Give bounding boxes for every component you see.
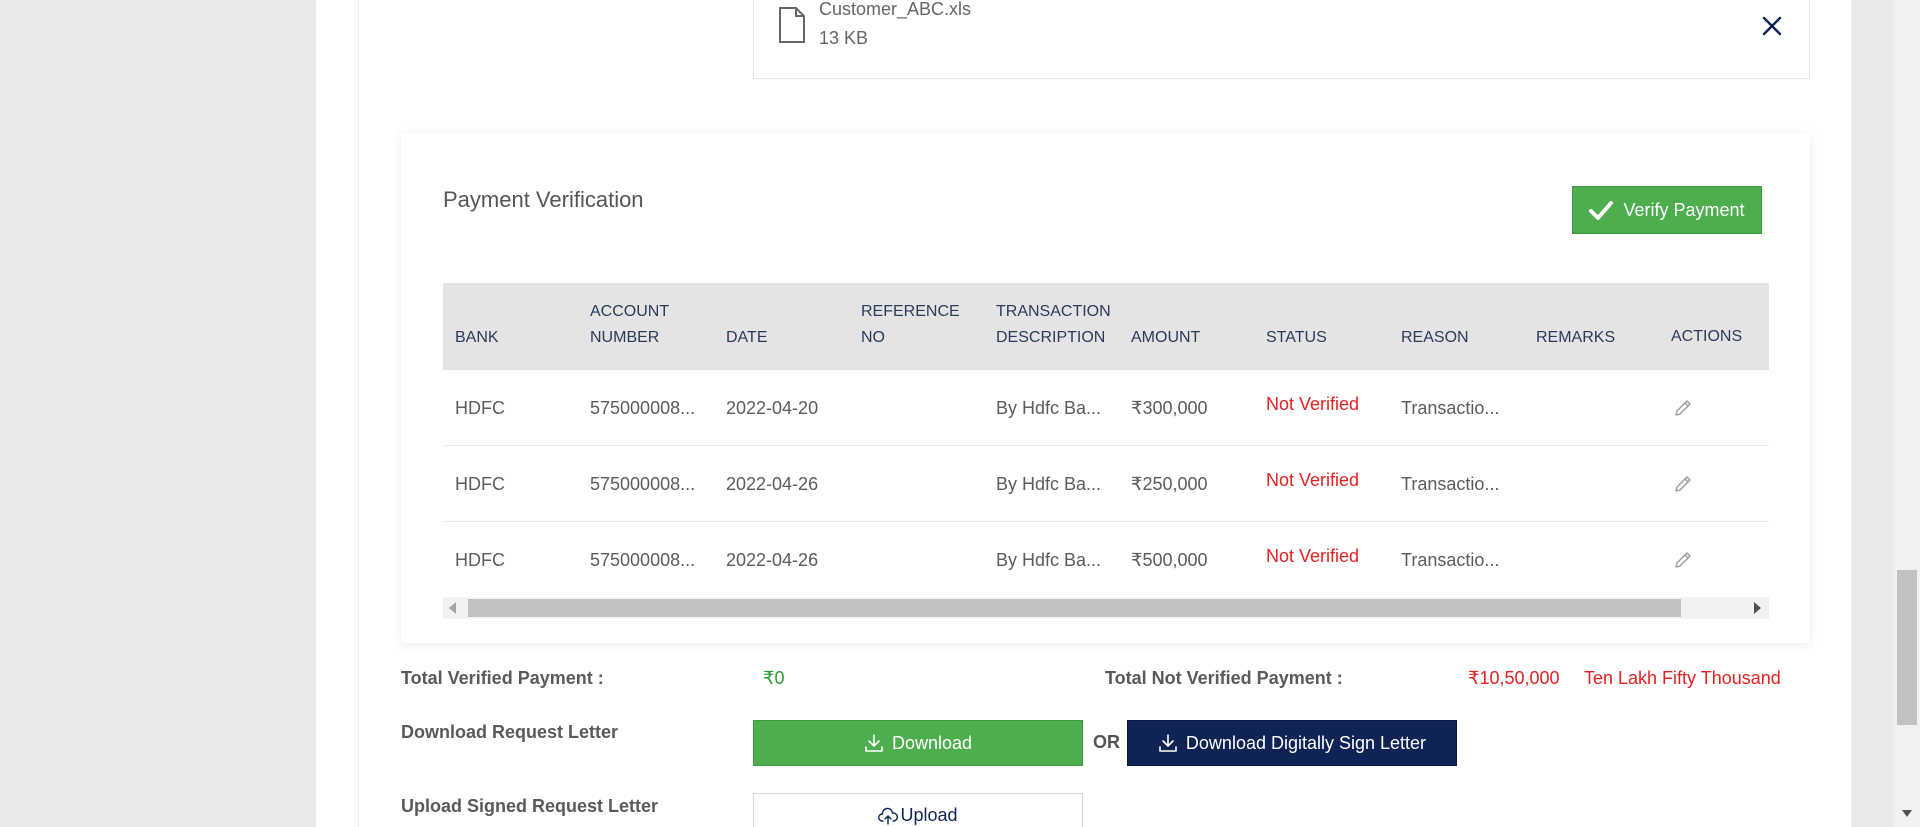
cell-reason: Transactio... — [1401, 398, 1500, 418]
close-icon[interactable] — [1761, 15, 1783, 37]
payment-verification-card: Payment Verification Verify Payment BANK… — [401, 133, 1810, 643]
cell-bank: HDFC — [455, 474, 505, 494]
download-request-letter-label: Download Request Letter — [401, 722, 619, 742]
upload-button[interactable]: Upload — [753, 793, 1083, 827]
cell-date: 2022-04-20 — [726, 398, 819, 418]
col-transaction-line2: DESCRIPTION — [996, 329, 1106, 346]
pencil-icon[interactable] — [1673, 550, 1693, 570]
col-account-number[interactable]: ACCOUNT NUMBER — [590, 299, 669, 351]
scrollbar-thumb[interactable] — [468, 599, 1681, 617]
total-not-verified-value: ₹10,50,000 — [1468, 668, 1560, 688]
col-actions: ACTIONS — [1671, 328, 1743, 345]
section-title: Payment Verification — [443, 187, 644, 212]
col-reference-line1: REFERENCE — [861, 303, 960, 320]
verify-payment-button[interactable]: Verify Payment — [1572, 186, 1762, 234]
scrollbar-thumb[interactable] — [1897, 570, 1917, 725]
col-account-number-line2: NUMBER — [590, 329, 660, 346]
cell-account: 575000008... — [590, 474, 696, 494]
download-icon — [865, 734, 883, 752]
cell-date: 2022-04-26 — [726, 550, 819, 570]
payment-table: BANK ACCOUNT NUMBER DATE REFERENCE NO TR… — [443, 283, 1769, 621]
cloud-upload-icon — [878, 807, 899, 825]
cell-description: By Hdfc Ba... — [996, 474, 1102, 494]
scroll-left-icon[interactable] — [449, 602, 456, 614]
upload-button-label: Upload — [900, 805, 958, 825]
file-icon — [779, 7, 805, 43]
table-header: BANK ACCOUNT NUMBER DATE REFERENCE NO TR… — [443, 283, 1769, 370]
col-transaction-description[interactable]: TRANSACTION DESCRIPTION — [996, 299, 1111, 351]
status-badge: Not Verified — [1266, 394, 1360, 414]
scroll-down-icon[interactable] — [1902, 810, 1912, 817]
col-transaction-line1: TRANSACTION — [996, 303, 1111, 320]
col-account-number-line1: ACCOUNT — [590, 303, 670, 320]
attached-file: Customer_ABC.xls 13 KB — [753, 0, 1810, 79]
cell-date: 2022-04-26 — [726, 474, 819, 494]
download-button-label: Download — [891, 732, 973, 753]
cell-amount: ₹300,000 — [1131, 398, 1208, 418]
total-not-verified-label: Total Not Verified Payment : — [1105, 668, 1343, 688]
col-bank[interactable]: BANK — [455, 325, 499, 351]
table-row: HDFC 575000008... 2022-04-20 By Hdfc Ba.… — [443, 370, 1769, 446]
cell-account: 575000008... — [590, 550, 696, 570]
verify-payment-label: Verify Payment — [1623, 199, 1745, 220]
col-amount[interactable]: AMOUNT — [1131, 325, 1200, 351]
pencil-icon[interactable] — [1673, 474, 1693, 494]
check-icon — [1589, 201, 1614, 220]
table-row: HDFC 575000008... 2022-04-26 By Hdfc Ba.… — [443, 522, 1769, 598]
download-button[interactable]: Download — [753, 720, 1083, 766]
pencil-icon[interactable] — [1673, 398, 1693, 418]
col-reference-no[interactable]: REFERENCE NO — [861, 299, 960, 351]
file-size: 13 KB — [819, 28, 869, 48]
cell-reason: Transactio... — [1401, 474, 1500, 494]
col-remarks[interactable]: REMARKS — [1536, 325, 1615, 351]
col-date[interactable]: DATE — [726, 325, 767, 351]
total-verified-label: Total Verified Payment : — [401, 668, 604, 688]
status-badge: Not Verified — [1266, 470, 1360, 490]
file-name: Customer_ABC.xls — [819, 0, 972, 19]
cell-bank: HDFC — [455, 550, 505, 570]
col-reason[interactable]: REASON — [1401, 325, 1469, 351]
cell-account: 575000008... — [590, 398, 696, 418]
download-icon — [1159, 734, 1177, 752]
horizontal-scrollbar[interactable] — [443, 597, 1769, 619]
cell-description: By Hdfc Ba... — [996, 398, 1102, 418]
vertical-scrollbar[interactable] — [1894, 0, 1920, 827]
download-digitally-sign-letter-button[interactable]: Download Digitally Sign Letter — [1127, 720, 1457, 766]
cell-amount: ₹500,000 — [1131, 550, 1208, 570]
or-separator: OR — [1093, 732, 1120, 752]
cell-description: By Hdfc Ba... — [996, 550, 1102, 570]
table-row: HDFC 575000008... 2022-04-26 By Hdfc Ba.… — [443, 446, 1769, 522]
col-status[interactable]: STATUS — [1266, 325, 1327, 351]
cell-amount: ₹250,000 — [1131, 474, 1208, 494]
digital-sign-button-label: Download Digitally Sign Letter — [1185, 732, 1427, 753]
upload-signed-letter-label: Upload Signed Request Letter — [401, 796, 659, 816]
status-badge: Not Verified — [1266, 546, 1360, 566]
total-verified-value: ₹0 — [763, 668, 785, 688]
cell-bank: HDFC — [455, 398, 505, 418]
total-not-verified-words: Ten Lakh Fifty Thousand — [1584, 668, 1781, 688]
scroll-right-icon[interactable] — [1754, 602, 1761, 614]
col-reference-line2: NO — [861, 329, 885, 346]
cell-reason: Transactio... — [1401, 550, 1500, 570]
